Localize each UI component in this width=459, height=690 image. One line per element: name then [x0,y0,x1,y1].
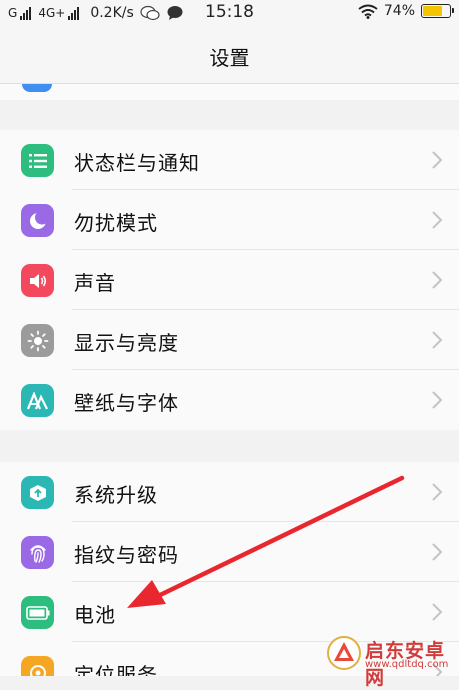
settings-item-battery[interactable]: 电池 [0,582,459,642]
settings-item-label: 状态栏与通知 [74,151,200,175]
chevron-right-icon [432,331,443,349]
page-title: 设置 [209,46,250,70]
settings-item-label: 指纹与密码 [74,543,179,567]
header-bar: 设置 [0,26,459,84]
status-bar: G 4G+ 0.2K/s 15:18 74% [0,0,459,26]
speaker-icon [21,264,54,297]
status-right: 74% [358,3,454,19]
chevron-right-icon [432,271,443,289]
moon-icon [21,204,54,237]
settings-item-status-bar-notifications[interactable]: 状态栏与通知 [0,130,459,190]
battery-percent: 74% [383,3,415,19]
chevron-right-icon [432,151,443,169]
settings-item-label: 显示与亮度 [74,331,179,355]
settings-item-fingerprint-password[interactable]: 指纹与密码 [0,522,459,582]
settings-item-label: 定位服务 [74,663,158,676]
settings-group-1: 状态栏与通知 勿扰模式 声音 显示与亮度 壁纸与字体 [0,130,459,430]
chevron-right-icon [432,391,443,409]
notification-list-icon [21,144,54,177]
settings-item-system-upgrade[interactable]: 系统升级 [0,462,459,522]
chevron-right-icon [432,603,443,621]
scrolled-item-peek[interactable] [0,84,459,100]
upgrade-box-icon [21,476,54,509]
location-icon [21,656,54,676]
chevron-right-icon [432,543,443,561]
watermark-logo-icon [327,636,361,670]
watermark: 启东安卓网 www.qdltdq.com [327,634,455,689]
settings-item-label: 系统升级 [74,483,158,507]
settings-item-wallpaper-font[interactable]: 壁纸与字体 [0,370,459,430]
battery-fill [423,6,443,16]
settings-item-label: 声音 [74,271,116,295]
wifi-icon [358,4,378,19]
settings-item-display-brightness[interactable]: 显示与亮度 [0,310,459,370]
fingerprint-icon [21,536,54,569]
settings-item-do-not-disturb[interactable]: 勿扰模式 [0,190,459,250]
partial-item-icon [22,84,52,92]
watermark-url: www.qdltdq.com [365,659,449,670]
battery-icon [21,596,54,629]
settings-item-label: 电池 [74,603,116,627]
battery-status-icon [421,4,454,18]
font-a-icon [21,384,54,417]
chevron-right-icon [432,211,443,229]
settings-item-label: 壁纸与字体 [74,391,179,415]
settings-item-sound[interactable]: 声音 [0,250,459,310]
sun-icon [21,324,54,357]
settings-item-label: 勿扰模式 [74,211,158,235]
chevron-right-icon [432,483,443,501]
